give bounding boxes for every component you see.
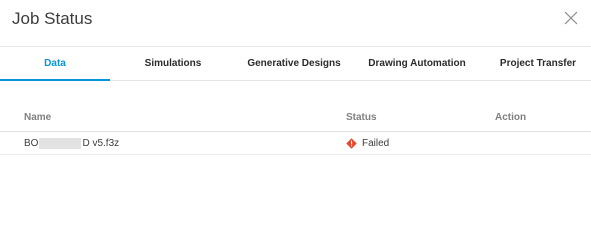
job-name-suffix: D v5.f3z xyxy=(82,138,120,149)
column-header-action: Action xyxy=(495,112,527,123)
failed-icon xyxy=(346,138,357,149)
tab-label: Data xyxy=(44,58,66,69)
job-status: Failed xyxy=(346,138,389,149)
status-text: Failed xyxy=(362,138,390,149)
column-header-name[interactable]: Name xyxy=(24,112,51,123)
tab-label: Project Transfer xyxy=(499,58,577,69)
job-name: BO D v5.f3z xyxy=(24,138,119,149)
tab-bar: Data Simulations Generative Designs Draw… xyxy=(0,46,591,81)
dialog-title: Job Status xyxy=(12,9,93,28)
tab-simulations[interactable]: Simulations xyxy=(118,47,228,80)
redacted-block xyxy=(39,138,82,149)
tab-label: Simulations xyxy=(144,58,202,69)
column-header-status[interactable]: Status xyxy=(346,112,377,123)
close-icon[interactable] xyxy=(563,10,579,26)
active-tab-indicator xyxy=(0,79,110,81)
tab-drawing-automation[interactable]: Drawing Automation xyxy=(361,47,473,80)
tab-label: Generative Designs xyxy=(247,58,341,69)
table-header: Name Status Action xyxy=(0,108,591,132)
tab-generative-designs[interactable]: Generative Designs xyxy=(238,47,350,80)
table-row[interactable]: BO D v5.f3z Failed xyxy=(0,132,591,155)
job-table: Name Status Action BO D v5.f3z Failed xyxy=(0,108,591,155)
tab-label: Drawing Automation xyxy=(368,58,466,69)
tab-project-transfer[interactable]: Project Transfer xyxy=(486,47,590,80)
dialog-header: Job Status xyxy=(0,0,591,46)
job-status-dialog: Job Status Data Simulations Generative D… xyxy=(0,0,591,202)
tab-data[interactable]: Data xyxy=(0,47,110,81)
job-name-prefix: BO xyxy=(24,138,39,149)
